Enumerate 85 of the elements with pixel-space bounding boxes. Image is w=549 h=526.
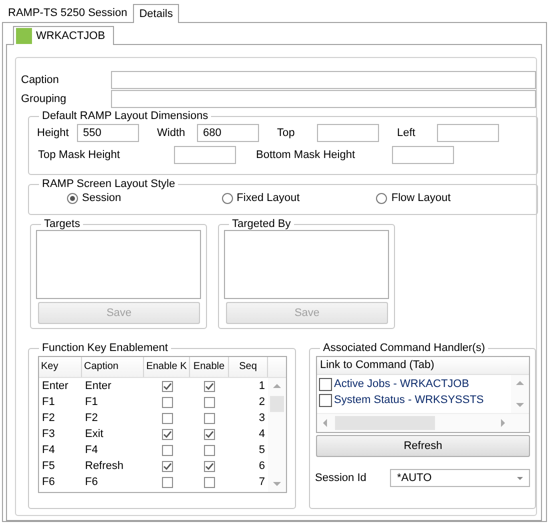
- field-label: Bottom Mask Height: [256, 149, 356, 161]
- vertical-scrollbar[interactable]: [511, 375, 529, 413]
- radio-button[interactable]: [222, 192, 233, 204]
- checkbox[interactable]: [204, 428, 215, 440]
- column-header[interactable]: Enable: [190, 357, 229, 377]
- table-cell-text: F2: [84, 412, 99, 424]
- text-field[interactable]: [111, 90, 536, 108]
- column-header[interactable]: Seq: [229, 357, 268, 377]
- table-cell-text: Enter: [84, 380, 112, 392]
- vertical-scrollbar[interactable]: [268, 378, 286, 492]
- field-label: Top Mask Height: [38, 149, 121, 161]
- tab[interactable]: WRKACTJOB: [13, 26, 114, 45]
- checkbox[interactable]: [204, 444, 215, 456]
- radio-label: Fixed Layout: [236, 192, 300, 204]
- field-label: Left: [397, 127, 416, 139]
- text-field[interactable]: [174, 146, 236, 164]
- text-field[interactable]: [392, 146, 454, 164]
- table-cell-text: F6: [41, 476, 56, 488]
- checkbox[interactable]: [204, 380, 215, 392]
- checkbox[interactable]: [162, 476, 172, 488]
- table-cell-text: 1: [258, 380, 266, 392]
- text-field[interactable]: [437, 124, 499, 142]
- list-box[interactable]: [36, 230, 201, 299]
- table-cell-text: F2: [41, 412, 56, 424]
- square-icon: [16, 28, 32, 44]
- group-title: Associated Command Handler(s): [322, 342, 486, 354]
- text-field[interactable]: [317, 124, 379, 142]
- field-label: Grouping: [21, 93, 68, 105]
- field-label: Width: [157, 127, 186, 139]
- group-title: Function Key Enablement: [41, 342, 169, 354]
- checkbox[interactable]: [162, 460, 172, 472]
- table-cell-text: F5: [41, 460, 56, 472]
- column-header[interactable]: Caption: [82, 357, 144, 377]
- field-label: Height: [37, 127, 70, 139]
- field-label: Top: [277, 127, 296, 139]
- table-cell-text: F6: [84, 476, 99, 488]
- checkbox[interactable]: [162, 444, 172, 456]
- table-cell-text: 7: [258, 476, 266, 488]
- table-cell-text: 5: [258, 444, 266, 456]
- table-cell-text: 6: [258, 460, 266, 472]
- table-cell-text: 4: [258, 428, 266, 440]
- table-cell-text: F1: [41, 396, 56, 408]
- checkbox[interactable]: [204, 476, 215, 488]
- column-header[interactable]: Enable K: [144, 357, 190, 377]
- checkbox[interactable]: [319, 394, 332, 406]
- refresh-button[interactable]: Refresh: [316, 435, 530, 457]
- radio-button[interactable]: [67, 192, 78, 204]
- text-field[interactable]: [111, 71, 536, 89]
- checkbox[interactable]: [162, 428, 172, 440]
- list-item[interactable]: System Status - WRKSYSSTS: [334, 394, 484, 406]
- radio-button[interactable]: [376, 192, 388, 204]
- field-label: Caption: [21, 74, 60, 86]
- dropdown-arrow-icon: [517, 476, 523, 480]
- checkbox[interactable]: [319, 378, 332, 390]
- table-cell-text: Exit: [84, 428, 104, 440]
- checkbox[interactable]: [204, 460, 215, 472]
- group-title: RAMP Screen Layout Style: [41, 178, 176, 190]
- group-title: Targets: [43, 218, 82, 230]
- checkbox[interactable]: [204, 412, 215, 424]
- column-header[interactable]: Link to Command (Tab): [317, 357, 529, 375]
- list-item[interactable]: Active Jobs - WRKACTJOB: [334, 378, 470, 390]
- dropdown[interactable]: *AUTO: [390, 469, 530, 487]
- group-title: Targeted By: [231, 218, 292, 230]
- checkbox[interactable]: [162, 380, 172, 392]
- table-cell-text: F4: [41, 444, 56, 456]
- text-field[interactable]: 550: [77, 124, 139, 142]
- table-cell-text: 2: [258, 396, 266, 408]
- table-cell-text: F1: [84, 396, 99, 408]
- table-cell-text: F4: [84, 444, 99, 456]
- table-cell-text: 3: [258, 412, 266, 424]
- radio-label: Flow Layout: [391, 192, 451, 204]
- checkbox[interactable]: [204, 396, 215, 408]
- text-field[interactable]: 680: [197, 124, 259, 142]
- table-cell-text: F3: [41, 428, 56, 440]
- group-title: Default RAMP Layout Dimensions: [41, 110, 210, 122]
- horizontal-scrollbar[interactable]: [317, 413, 529, 432]
- tab[interactable]: Details: [133, 4, 179, 23]
- radio-label: Session: [82, 192, 122, 204]
- checkbox[interactable]: [162, 412, 172, 424]
- column-header[interactable]: Key: [39, 357, 82, 377]
- checkbox[interactable]: [162, 396, 172, 408]
- table-cell-text: Enter: [41, 380, 70, 392]
- table-cell-text: Refresh: [84, 460, 125, 472]
- field-label: Session Id: [315, 472, 368, 484]
- list-box[interactable]: [224, 230, 389, 299]
